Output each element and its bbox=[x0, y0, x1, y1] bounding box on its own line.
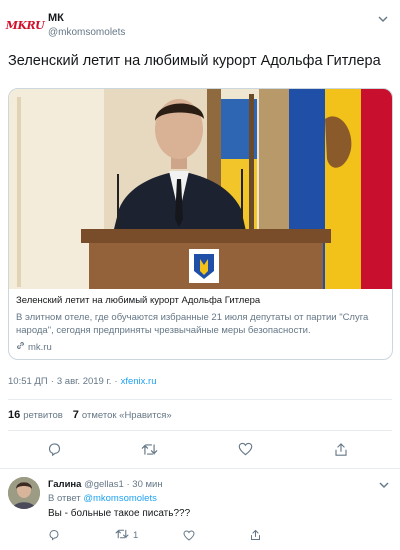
retweet-icon[interactable] bbox=[138, 438, 160, 460]
tweet-header: MKRU МК @mkomsomolets bbox=[5, 10, 392, 44]
tweet-text: Зеленский летит на любимый курорт Адольф… bbox=[8, 53, 381, 69]
author-handle[interactable]: @mkomsomolets bbox=[48, 27, 125, 38]
link-card[interactable]: Зеленский летит на любимый курорт Адольф… bbox=[8, 88, 393, 360]
avatar[interactable]: MKRU bbox=[5, 14, 45, 36]
reply-icon[interactable] bbox=[43, 438, 65, 460]
separator-dot: · bbox=[50, 376, 54, 387]
likes-count: 7 bbox=[72, 409, 79, 421]
tweet-time[interactable]: 10:51 ДП bbox=[8, 376, 48, 387]
card-domain-text: mk.ru bbox=[28, 341, 52, 353]
separator-dot: · bbox=[126, 479, 130, 490]
reply-header: Галина @gellas1 · 30 мин bbox=[48, 479, 163, 490]
author-name[interactable]: МК bbox=[48, 12, 125, 24]
tweet-meta: 10:51 ДП · 3 авг. 2019 г. · xfenix.ru bbox=[8, 376, 157, 387]
likes-label: отметок «Нравится» bbox=[81, 410, 172, 421]
tweet-stats: 16 ретвитов 7 отметок «Нравится» bbox=[8, 409, 172, 421]
retweets-stat[interactable]: 16 ретвитов bbox=[8, 409, 63, 421]
card-domain[interactable]: mk.ru bbox=[16, 341, 386, 353]
card-description: В элитном отеле, где обучаются избранные… bbox=[16, 312, 369, 336]
chevron-down-icon[interactable] bbox=[376, 12, 390, 26]
author[interactable]: МК @mkomsomolets bbox=[48, 12, 125, 38]
divider bbox=[8, 430, 392, 431]
reply-author-handle[interactable]: @gellas1 bbox=[84, 479, 124, 490]
reply-author-name[interactable]: Галина bbox=[48, 479, 81, 490]
card-body: Зеленский летит на любимый курорт Адольф… bbox=[16, 295, 386, 353]
reply-icon[interactable] bbox=[48, 527, 60, 543]
heart-icon[interactable] bbox=[183, 527, 195, 543]
avatar[interactable] bbox=[8, 477, 40, 509]
reply-text: Вы - больные такое писать??? bbox=[48, 508, 191, 519]
separator-dot: · bbox=[114, 376, 118, 387]
tweet-source[interactable]: xfenix.ru bbox=[121, 376, 157, 387]
reply-mention[interactable]: @mkomsomolets bbox=[83, 493, 157, 504]
reply-retweet-count: 1 bbox=[133, 529, 139, 541]
tweet-actions bbox=[0, 438, 400, 460]
reply-prefix: В ответ bbox=[48, 493, 81, 504]
card-image[interactable] bbox=[9, 89, 392, 289]
retweet-icon bbox=[115, 528, 129, 543]
likes-stat[interactable]: 7 отметок «Нравится» bbox=[73, 409, 172, 421]
chevron-down-icon[interactable] bbox=[378, 479, 390, 491]
share-icon[interactable] bbox=[330, 438, 352, 460]
link-icon bbox=[16, 341, 25, 353]
reply-retweet-action[interactable]: 1 bbox=[115, 527, 138, 543]
share-icon[interactable] bbox=[250, 527, 261, 543]
divider bbox=[8, 399, 392, 400]
reply-time[interactable]: 30 мин bbox=[132, 479, 162, 490]
card-title[interactable]: Зеленский летит на любимый курорт Адольф… bbox=[16, 295, 386, 307]
reply-to: В ответ @mkomsomolets bbox=[48, 493, 157, 504]
tweet: MKRU МК @mkomsomolets Зеленский летит на… bbox=[0, 0, 400, 469]
retweets-label: ретвитов bbox=[23, 410, 63, 421]
heart-icon[interactable] bbox=[234, 438, 256, 460]
logo-text: MKRU bbox=[5, 18, 45, 32]
reply-tweet: Галина @gellas1 · 30 мин В ответ @mkomso… bbox=[0, 469, 400, 550]
tweet-date[interactable]: 3 авг. 2019 г. bbox=[57, 376, 112, 387]
retweets-count: 16 bbox=[8, 409, 21, 421]
